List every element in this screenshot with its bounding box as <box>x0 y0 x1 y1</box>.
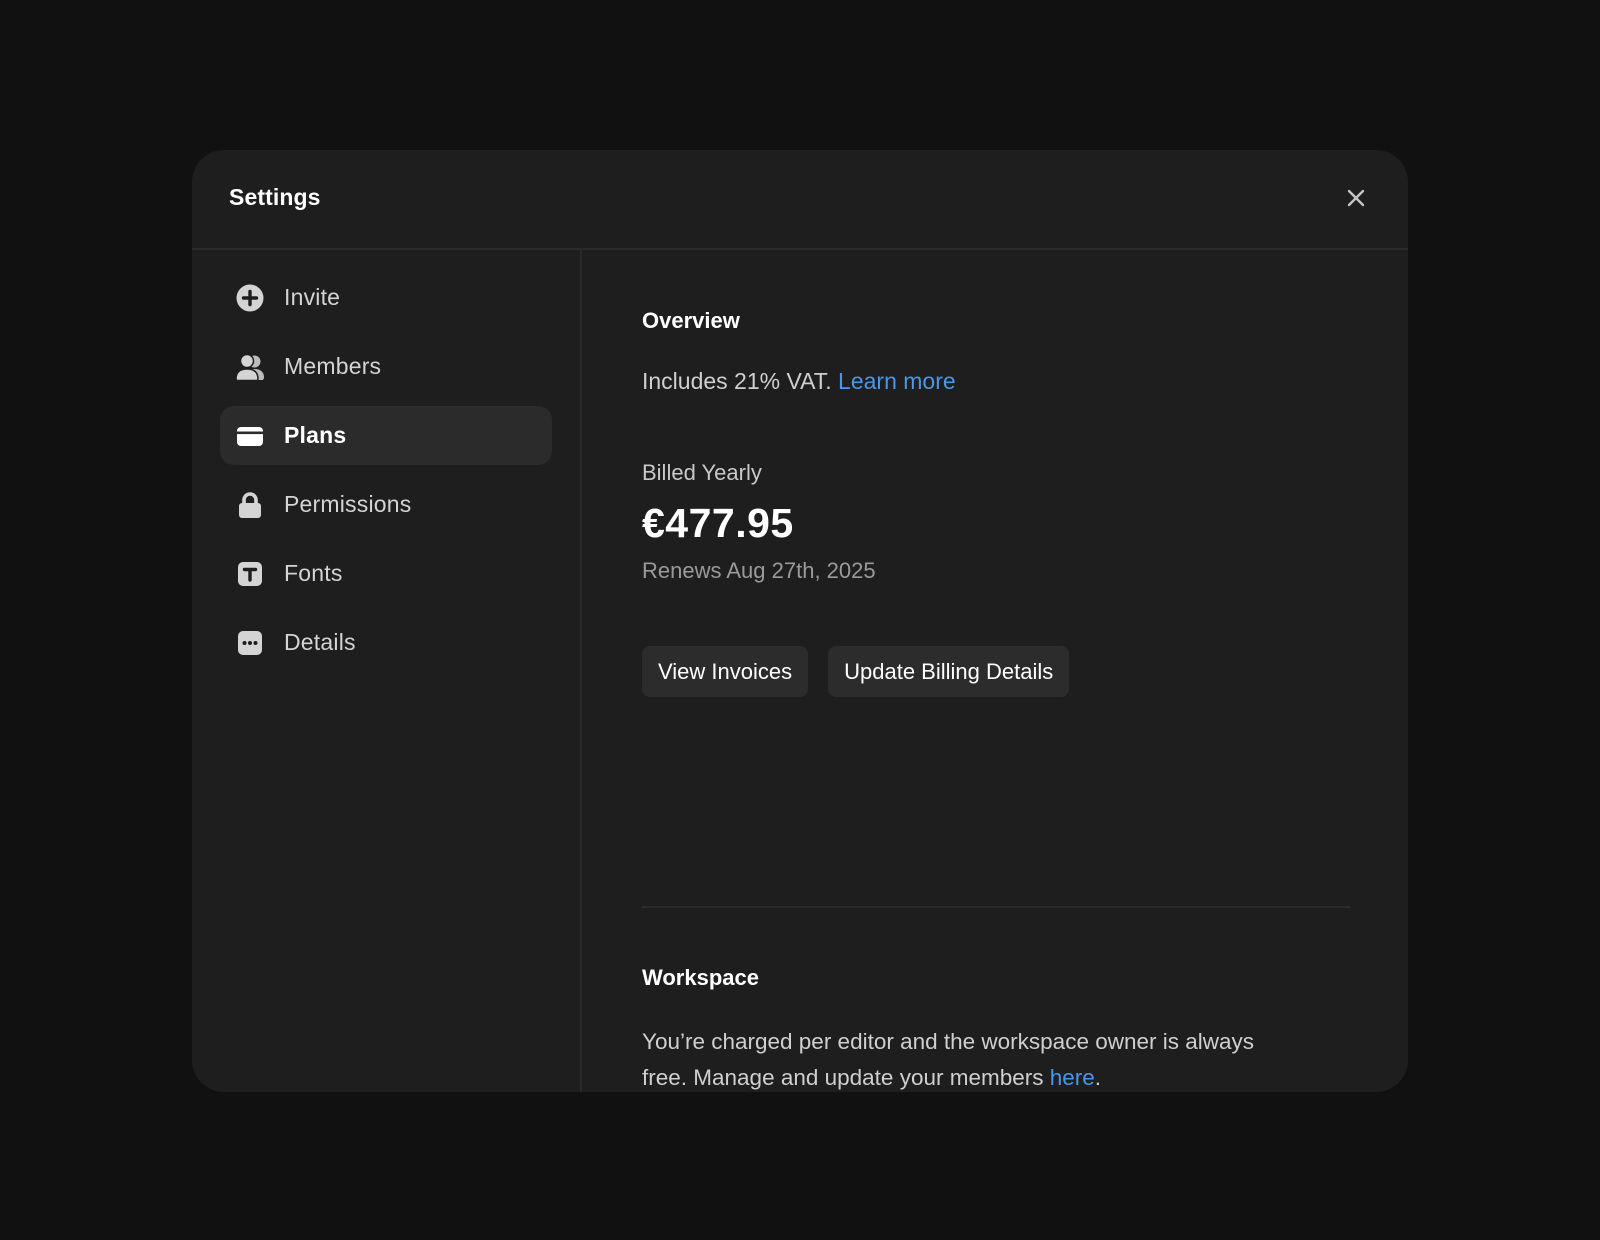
vat-note: Includes 21% VAT. Learn more <box>642 368 956 395</box>
vat-text: Includes 21% VAT. <box>642 368 832 394</box>
members-here-link[interactable]: here <box>1050 1065 1095 1090</box>
close-icon <box>1347 189 1365 207</box>
learn-more-link[interactable]: Learn more <box>838 368 956 394</box>
more-box-icon <box>236 629 264 657</box>
credit-card-icon <box>236 422 264 450</box>
modal-title: Settings <box>229 184 321 210</box>
sidebar-item-members[interactable]: Members <box>220 337 552 396</box>
sidebar-item-label: Plans <box>284 422 347 448</box>
workspace-description: You’re charged per editor and the worksp… <box>642 1024 1282 1092</box>
sidebar-item-fonts[interactable]: Fonts <box>220 544 552 603</box>
text-box-icon <box>236 560 264 588</box>
plus-circle-icon <box>236 284 264 312</box>
plans-content: Overview Includes 21% VAT. Learn more Bi… <box>642 250 1350 1092</box>
view-invoices-button[interactable]: View Invoices <box>642 646 809 697</box>
billing-period: Billed Yearly <box>642 460 762 485</box>
sidebar-item-label: Fonts <box>284 560 343 586</box>
billing-actions: View Invoices Update Billing Details <box>642 646 1070 697</box>
plan-price: €477.95 <box>642 500 794 546</box>
sidebar: Invite Members Plans Permissions Fonts D… <box>192 250 582 1092</box>
sidebar-item-plans[interactable]: Plans <box>220 406 552 465</box>
workspace-heading: Workspace <box>642 965 759 990</box>
section-divider <box>642 906 1350 908</box>
sidebar-item-label: Permissions <box>284 491 412 517</box>
close-button[interactable] <box>1342 184 1370 212</box>
workspace-text-end: . <box>1094 1064 1102 1090</box>
update-billing-button[interactable]: Update Billing Details <box>828 646 1070 697</box>
settings-modal: Settings Invite Members Plans Permission… <box>192 150 1408 1092</box>
sidebar-item-label: Members <box>284 353 382 379</box>
lock-icon <box>236 491 264 519</box>
users-icon <box>236 353 264 381</box>
sidebar-item-invite[interactable]: Invite <box>220 268 552 327</box>
renewal-date: Renews Aug 27th, 2025 <box>642 558 876 583</box>
sidebar-item-label: Invite <box>284 284 341 310</box>
sidebar-item-label: Details <box>284 629 356 655</box>
sidebar-item-details[interactable]: Details <box>220 613 552 672</box>
modal-header: Settings <box>192 150 1408 250</box>
overview-heading: Overview <box>642 308 740 333</box>
workspace-text: You’re charged per editor and the worksp… <box>642 1029 1255 1090</box>
sidebar-item-permissions[interactable]: Permissions <box>220 475 552 534</box>
